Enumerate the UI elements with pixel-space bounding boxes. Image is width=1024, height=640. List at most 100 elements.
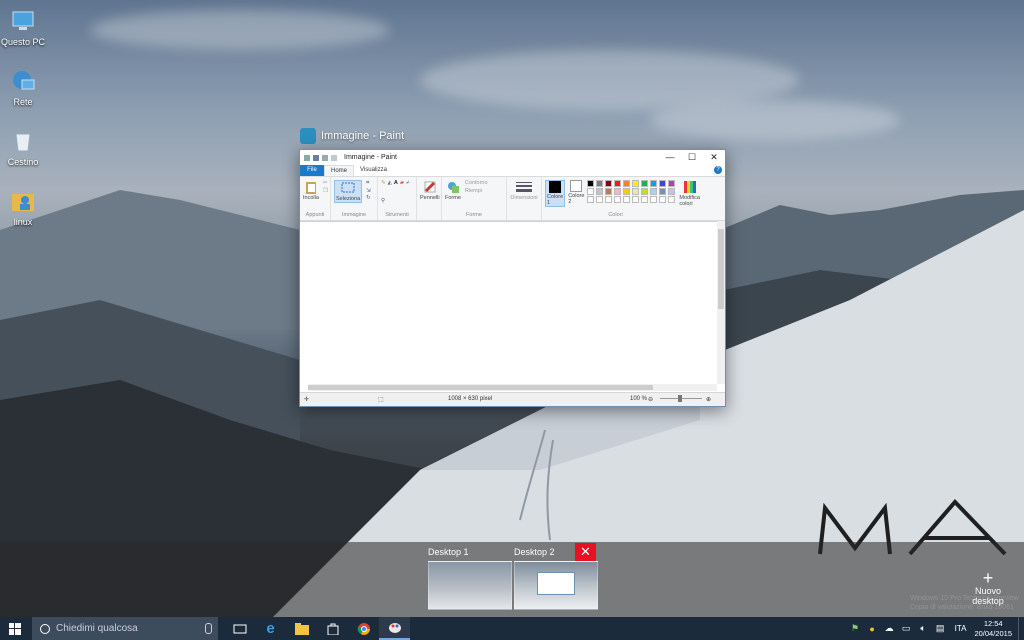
- color-swatch[interactable]: [641, 180, 649, 187]
- color-swatch[interactable]: [614, 196, 622, 203]
- rotate-icon[interactable]: ↻: [366, 195, 371, 201]
- scroll-thumb[interactable]: [718, 229, 724, 309]
- drawing-canvas[interactable]: [303, 225, 717, 385]
- network-tray-icon[interactable]: ▭: [900, 622, 913, 635]
- tab-view[interactable]: Visualizza: [354, 165, 393, 176]
- color-swatch[interactable]: [596, 196, 604, 203]
- resize-icon[interactable]: ⇲: [366, 188, 371, 194]
- undo-icon[interactable]: [322, 154, 328, 161]
- color1-button[interactable]: Colore 1: [545, 180, 566, 207]
- chrome-button[interactable]: [348, 617, 379, 640]
- fill-icon[interactable]: ◭: [388, 180, 392, 186]
- crop-icon[interactable]: ⌗: [366, 180, 371, 187]
- window-caption[interactable]: Immagine - Paint: [300, 128, 404, 144]
- size-label[interactable]: Dimensioni: [510, 195, 537, 201]
- horizontal-scrollbar[interactable]: [308, 384, 717, 391]
- shapes-button[interactable]: Forme: [445, 180, 461, 201]
- close-desktop-button[interactable]: ✕: [575, 543, 596, 561]
- color-swatch[interactable]: [587, 196, 595, 203]
- outline-dropdown[interactable]: Contorno: [465, 180, 488, 186]
- text-icon[interactable]: A: [394, 180, 398, 186]
- color-swatch[interactable]: [596, 180, 604, 187]
- color-swatch[interactable]: [659, 188, 667, 195]
- canvas-area[interactable]: [300, 221, 717, 385]
- desktop-icon-this-pc[interactable]: Questo PC: [0, 8, 51, 47]
- close-button[interactable]: ✕: [703, 152, 725, 163]
- color-swatch[interactable]: [623, 196, 631, 203]
- copy-icon[interactable]: ❐: [323, 188, 328, 194]
- desktop-icon-network[interactable]: Rete: [0, 68, 51, 107]
- color-swatch[interactable]: [659, 196, 667, 203]
- color-swatch[interactable]: [605, 188, 613, 195]
- fill-dropdown[interactable]: Riempi: [465, 188, 488, 194]
- color-swatch[interactable]: [641, 196, 649, 203]
- task-view-button[interactable]: [224, 617, 255, 640]
- color-swatch[interactable]: [632, 188, 640, 195]
- cut-icon[interactable]: ✂: [323, 180, 328, 186]
- desktop-icon-linux[interactable]: linux: [0, 188, 51, 227]
- minimize-button[interactable]: —: [659, 152, 681, 163]
- help-icon[interactable]: ?: [714, 166, 722, 174]
- paste-button[interactable]: Incolla: [303, 180, 319, 201]
- color-swatch[interactable]: [632, 180, 640, 187]
- color-swatch[interactable]: [632, 196, 640, 203]
- virtual-desktop-1[interactable]: Desktop 1: [428, 547, 512, 610]
- select-button[interactable]: Seleziona: [334, 180, 363, 203]
- show-desktop-button[interactable]: [1018, 617, 1024, 640]
- color-swatch[interactable]: [641, 188, 649, 195]
- color-swatch[interactable]: [659, 180, 667, 187]
- color-swatch[interactable]: [587, 180, 595, 187]
- desktop-icon-recycle-bin[interactable]: Cestino: [0, 128, 51, 167]
- paint-window[interactable]: Immagine - Paint — ☐ ✕ File Home Visuali…: [299, 149, 726, 407]
- color-swatch[interactable]: [614, 180, 622, 187]
- store-button[interactable]: [317, 617, 348, 640]
- redo-icon[interactable]: [331, 154, 337, 161]
- tab-file[interactable]: File: [300, 165, 324, 176]
- microphone-icon[interactable]: [205, 623, 212, 634]
- zoom-out-button[interactable]: ⊖: [648, 396, 653, 403]
- brush-icon: [423, 180, 437, 194]
- people-icon[interactable]: ⚑: [849, 622, 862, 635]
- color-swatch[interactable]: [596, 188, 604, 195]
- zoom-in-button[interactable]: ⊕: [706, 396, 711, 403]
- color-swatch[interactable]: [623, 180, 631, 187]
- edge-button[interactable]: e: [255, 617, 286, 640]
- search-box[interactable]: Chiedimi qualcosa: [32, 617, 218, 640]
- paint-menu-icon[interactable]: [304, 154, 310, 161]
- file-explorer-button[interactable]: [286, 617, 317, 640]
- color-swatch[interactable]: [623, 188, 631, 195]
- notification-icon[interactable]: ▤: [934, 622, 947, 635]
- maximize-button[interactable]: ☐: [681, 152, 703, 163]
- start-button[interactable]: [0, 617, 30, 640]
- magnifier-icon[interactable]: ⚲: [381, 198, 385, 204]
- color-swatch[interactable]: [587, 188, 595, 195]
- brushes-button[interactable]: Pennelli: [420, 180, 440, 201]
- scroll-thumb[interactable]: [308, 385, 653, 390]
- edit-colors-button[interactable]: Modifica colori: [679, 180, 700, 207]
- color-swatch[interactable]: [605, 196, 613, 203]
- updates-icon[interactable]: ●: [866, 622, 879, 635]
- color-swatch[interactable]: [668, 180, 676, 187]
- language-indicator[interactable]: ITA: [955, 624, 967, 633]
- vertical-scrollbar[interactable]: [717, 221, 725, 384]
- color-swatch[interactable]: [614, 188, 622, 195]
- paint-taskbar-button[interactable]: [379, 617, 410, 640]
- color-swatch[interactable]: [650, 180, 658, 187]
- color-swatch[interactable]: [650, 196, 658, 203]
- volume-icon[interactable]: 🔈︎: [917, 622, 930, 635]
- zoom-slider-thumb[interactable]: [678, 395, 682, 402]
- color-picker-icon[interactable]: ⌿: [406, 180, 409, 187]
- paint-titlebar[interactable]: Immagine - Paint — ☐ ✕: [300, 150, 725, 165]
- tab-home[interactable]: Home: [324, 165, 355, 176]
- color-swatch[interactable]: [668, 188, 676, 195]
- eraser-icon[interactable]: ▰: [400, 180, 404, 186]
- color-swatch[interactable]: [650, 188, 658, 195]
- save-icon[interactable]: [313, 154, 319, 161]
- color-swatch[interactable]: [668, 196, 676, 203]
- onedrive-icon[interactable]: ☁: [883, 622, 896, 635]
- pencil-icon[interactable]: ✎: [381, 180, 386, 186]
- color-swatch[interactable]: [605, 180, 613, 187]
- color2-button[interactable]: Colore 2: [568, 180, 584, 205]
- line-size-icon[interactable]: [516, 180, 532, 194]
- clock[interactable]: 12:54 20/04/2015: [974, 619, 1012, 639]
